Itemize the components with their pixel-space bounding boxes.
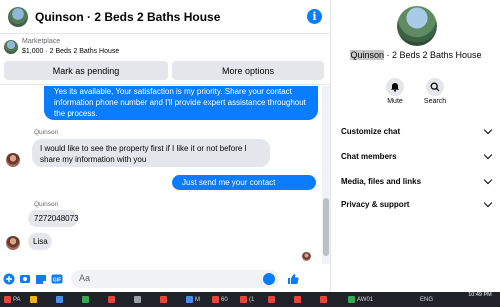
section-label: Customize chat	[341, 126, 401, 136]
camera-icon[interactable]	[19, 273, 31, 285]
more-options-button[interactable]: More options	[172, 61, 324, 80]
app-icon	[108, 296, 115, 303]
app-icon	[320, 296, 327, 303]
search-label: Search	[423, 98, 447, 105]
contact-name-selected: Quinson	[350, 50, 384, 60]
app-icon	[134, 296, 141, 303]
section-label: Privacy & support	[341, 199, 410, 209]
like-icon[interactable]	[287, 273, 299, 285]
conversation-pane: Quinson · 2 Beds 2 Baths House i Marketp…	[0, 0, 330, 292]
listing-price-title[interactable]: $1,000 · 2 Beds 2 Baths House	[22, 48, 119, 55]
message-composer: GIF Aa	[0, 266, 330, 292]
taskbar-app[interactable]: PA	[4, 295, 21, 304]
search-button[interactable]: Search	[415, 78, 455, 105]
message-incoming: I would like to see the property first i…	[32, 139, 270, 167]
scrollbar-thumb[interactable]	[323, 198, 329, 256]
taskbar-app[interactable]	[320, 295, 329, 304]
gif-icon[interactable]: GIF	[51, 273, 63, 285]
taskbar-app[interactable]	[82, 295, 91, 304]
app-icon	[82, 296, 89, 303]
app-icon	[186, 296, 193, 303]
taskbar-app[interactable]: AW01	[348, 295, 373, 304]
mute-button[interactable]: Mute	[375, 78, 415, 105]
taskbar-app[interactable]	[294, 295, 303, 304]
message-outgoing: Just send me your contact number.	[172, 175, 316, 198]
message-input-placeholder: Aa	[79, 273, 91, 283]
bell-icon	[386, 78, 404, 96]
message-thread: Yes its available, Your satisfaction is …	[0, 86, 322, 264]
section-privacy-support[interactable]: Privacy & support	[341, 197, 493, 211]
message-outgoing: Yes its available, Your satisfaction is …	[44, 86, 318, 120]
thread-scrollbar[interactable]	[322, 86, 330, 264]
chevron-down-icon	[483, 198, 493, 207]
app-icon	[240, 296, 247, 303]
chevron-down-icon	[483, 150, 493, 159]
windows-taskbar: PA M 60 (1 AW01 ENG 10:49 PM	[0, 292, 500, 307]
contact-name[interactable]: Quinson · 2 Beds 2 Baths House	[331, 50, 500, 60]
search-icon	[426, 78, 444, 96]
app-icon	[294, 296, 301, 303]
language-indicator[interactable]: ENG	[420, 295, 433, 304]
section-media-files-links[interactable]: Media, files and links	[341, 174, 493, 188]
marketplace-listing-card: Marketplace $1,000 · 2 Beds 2 Baths Hous…	[0, 35, 330, 85]
taskbar-app[interactable]	[108, 295, 117, 304]
chevron-down-icon	[483, 125, 493, 134]
sender-avatar[interactable]	[6, 153, 20, 167]
message-input[interactable]: Aa	[71, 270, 279, 288]
listing-category: Marketplace	[22, 38, 61, 45]
app-icon	[212, 296, 219, 303]
taskbar-app[interactable]: (1	[240, 295, 254, 304]
message-sender-name: Quinson	[34, 129, 59, 136]
sender-avatar[interactable]	[6, 236, 20, 250]
taskbar-app[interactable]: M	[186, 295, 200, 304]
emoji-icon[interactable]	[263, 273, 275, 285]
app-icon	[268, 296, 275, 303]
taskbar-app[interactable]	[268, 295, 277, 304]
app-icon	[348, 296, 355, 303]
section-chat-members[interactable]: Chat members	[341, 149, 493, 163]
sticker-icon[interactable]	[35, 273, 47, 285]
seen-receipt-avatar	[302, 252, 311, 261]
info-icon[interactable]: i	[307, 9, 322, 24]
section-label: Media, files and links	[341, 176, 422, 186]
taskbar-app[interactable]	[160, 295, 169, 304]
svg-text:GIF: GIF	[53, 278, 61, 284]
app-icon	[160, 296, 167, 303]
conversation-header: Quinson · 2 Beds 2 Baths House i	[0, 0, 330, 34]
taskbar-app[interactable]	[30, 295, 39, 304]
chevron-down-icon	[483, 175, 493, 184]
taskbar-app[interactable]	[134, 295, 143, 304]
contact-name-rest: · 2 Beds 2 Baths House	[383, 50, 482, 60]
contact-avatar[interactable]	[8, 6, 28, 27]
listing-thumbnail[interactable]	[4, 40, 18, 54]
app-icon	[56, 296, 63, 303]
system-clock[interactable]: 10:49 PM	[462, 292, 498, 299]
message-incoming: 7272048073	[28, 210, 79, 227]
mute-label: Mute	[387, 98, 403, 105]
plus-icon[interactable]	[3, 273, 15, 285]
app-icon	[30, 296, 37, 303]
app-icon	[4, 296, 11, 303]
conversation-title[interactable]: Quinson · 2 Beds 2 Baths House	[35, 10, 220, 24]
mark-as-pending-button[interactable]: Mark as pending	[4, 61, 168, 80]
section-label: Chat members	[341, 151, 397, 161]
taskbar-app[interactable]: 60	[212, 295, 228, 304]
section-customize-chat[interactable]: Customize chat	[341, 124, 493, 138]
message-sender-name: Quinson	[34, 201, 59, 208]
message-incoming: Lisa	[28, 233, 52, 250]
taskbar-app[interactable]	[56, 295, 65, 304]
conversation-info-panel: Quinson · 2 Beds 2 Baths House Mute Sear…	[330, 0, 500, 292]
contact-profile-picture[interactable]	[397, 6, 437, 46]
